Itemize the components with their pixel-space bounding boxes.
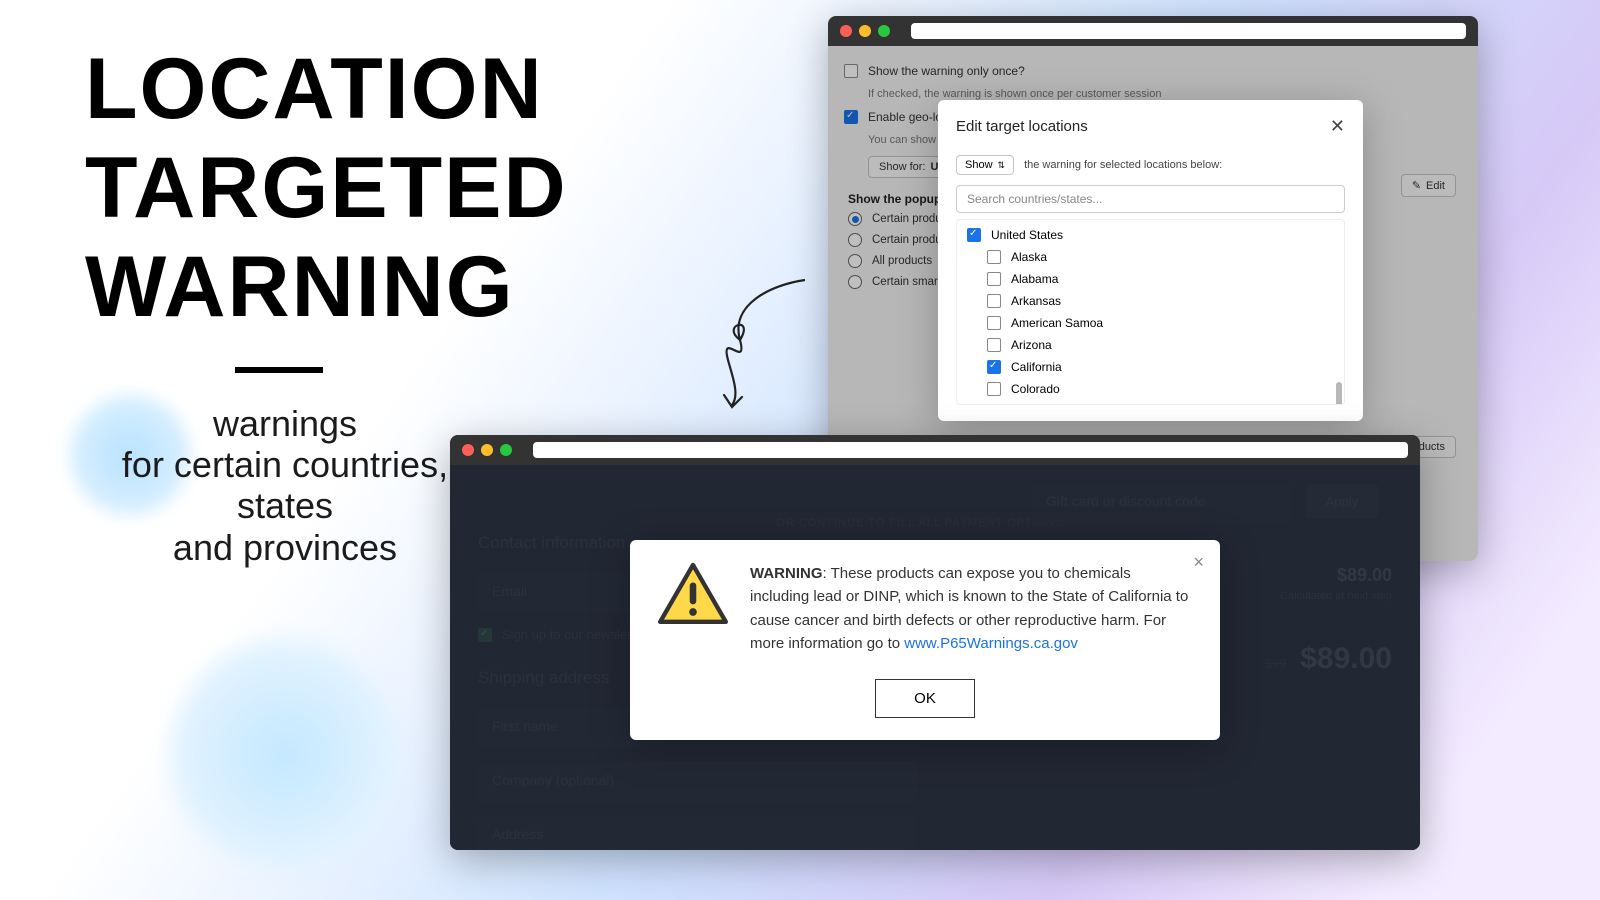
scrollbar-thumb[interactable]: [1336, 382, 1342, 405]
state-item[interactable]: Alaska: [985, 246, 1336, 268]
divider: [235, 367, 323, 373]
state-item[interactable]: American Samoa: [985, 312, 1336, 334]
close-window-icon[interactable]: [840, 25, 852, 37]
modal-hint: the warning for selected locations below…: [1024, 159, 1222, 171]
state-checkbox[interactable]: [987, 382, 1001, 396]
headline-line: WARNING: [85, 238, 565, 337]
close-icon[interactable]: ✕: [1330, 116, 1345, 137]
location-search-input[interactable]: Search countries/states...: [956, 185, 1345, 213]
decorative-blob: [170, 640, 400, 870]
state-name: Alabama: [1011, 272, 1058, 286]
country-name: United States: [991, 228, 1063, 242]
state-item[interactable]: Arkansas: [985, 290, 1336, 312]
state-item[interactable]: Arizona: [985, 334, 1336, 356]
p65-link[interactable]: www.P65Warnings.ca.gov: [904, 635, 1078, 652]
state-item[interactable]: California: [985, 356, 1336, 378]
arrow-icon: [710, 275, 820, 415]
country-checkbox[interactable]: [967, 228, 981, 242]
state-name: Colorado: [1011, 382, 1060, 396]
state-checkbox[interactable]: [987, 272, 1001, 286]
url-bar[interactable]: [911, 23, 1466, 39]
chevron-updown-icon: ⇅: [998, 160, 1006, 171]
state-name: California: [1011, 360, 1062, 374]
ok-button[interactable]: OK: [875, 679, 975, 718]
close-icon[interactable]: ×: [1193, 552, 1204, 573]
state-checkbox[interactable]: [987, 316, 1001, 330]
state-name: Arizona: [1011, 338, 1052, 352]
state-checkbox[interactable]: [987, 250, 1001, 264]
warning-text: WARNING: These products can expose you t…: [750, 562, 1192, 655]
state-name: Arkansas: [1011, 294, 1061, 308]
modal-title: Edit target locations: [956, 118, 1088, 135]
state-name: Alaska: [1011, 250, 1047, 264]
window-titlebar: [450, 435, 1420, 465]
warning-modal: × WARNING: These products can expose you…: [630, 540, 1220, 740]
headline: LOCATION TARGETED WARNING: [85, 40, 565, 337]
url-bar[interactable]: [533, 442, 1408, 458]
action-select[interactable]: Show ⇅: [956, 155, 1014, 175]
maximize-window-icon[interactable]: [878, 25, 890, 37]
state-name: American Samoa: [1011, 316, 1103, 330]
minimize-window-icon[interactable]: [859, 25, 871, 37]
window-titlebar: [828, 16, 1478, 46]
minimize-window-icon[interactable]: [481, 444, 493, 456]
close-window-icon[interactable]: [462, 444, 474, 456]
location-list[interactable]: United States Alaska Alabama Arkansas Ameri…: [956, 219, 1345, 405]
headline-line: LOCATION: [85, 40, 565, 139]
state-checkbox[interactable]: [987, 338, 1001, 352]
state-item[interactable]: Alabama: [985, 268, 1336, 290]
headline-line: TARGETED: [85, 139, 565, 238]
state-checkbox[interactable]: [987, 360, 1001, 374]
maximize-window-icon[interactable]: [500, 444, 512, 456]
subheading: warnings for certain countries, states a…: [85, 403, 485, 569]
state-checkbox[interactable]: [987, 294, 1001, 308]
edit-locations-modal: Edit target locations ✕ Show ⇅ the warni…: [938, 100, 1363, 421]
warning-icon: [658, 562, 728, 627]
state-item[interactable]: Colorado: [985, 378, 1336, 400]
